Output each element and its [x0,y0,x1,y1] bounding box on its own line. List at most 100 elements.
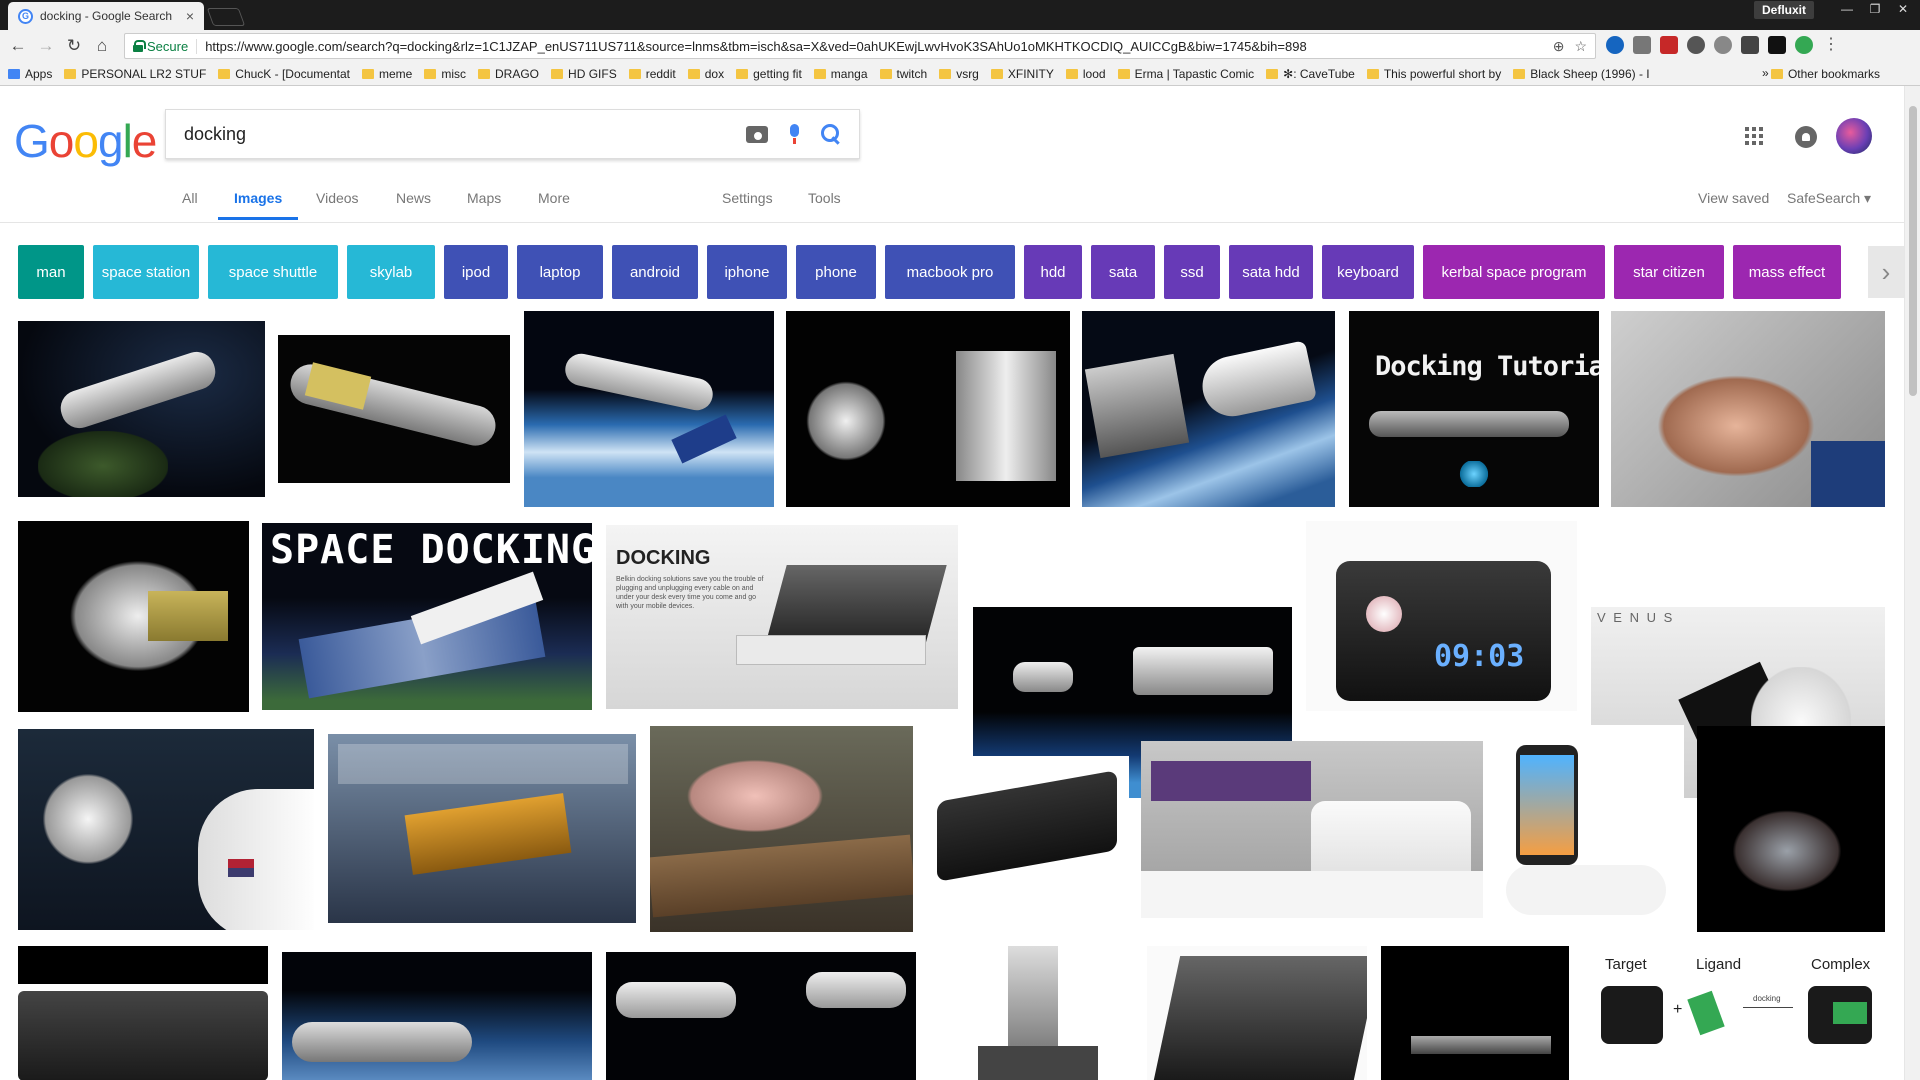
related-search-chip[interactable]: iphone [707,245,787,299]
image-result[interactable] [524,311,774,507]
scrollbar-thumb[interactable] [1909,106,1917,396]
bookmark-item[interactable]: XFINITY [990,67,1054,81]
image-result[interactable] [1147,946,1367,1080]
camera-icon[interactable] [746,125,768,143]
tab-videos[interactable]: Videos [316,190,359,220]
new-tab-button[interactable] [206,8,246,26]
zoom-icon[interactable]: ⊕ [1553,38,1565,55]
image-result[interactable]: Docking Tutorial [1349,311,1599,507]
bookmark-item[interactable]: vsrg [939,67,979,81]
notifications-icon[interactable] [1795,126,1817,148]
avatar[interactable] [1836,118,1872,154]
search-input[interactable]: docking [184,124,746,145]
image-result[interactable] [18,521,249,712]
image-result[interactable] [282,952,592,1080]
related-search-chip[interactable]: laptop [517,245,603,299]
image-result[interactable] [938,946,1124,1080]
omnibox[interactable]: Secure https://www.google.com/search?q=d… [124,33,1596,59]
home-icon[interactable]: ⌂ [88,32,116,60]
microphone-icon[interactable] [790,124,799,144]
extension-icon[interactable] [1795,36,1813,54]
tab-news[interactable]: News [396,190,431,220]
image-result[interactable] [927,756,1129,896]
minimize-icon[interactable]: — [1834,0,1860,18]
related-search-chip[interactable]: macbook pro [885,245,1015,299]
related-search-chip[interactable]: skylab [347,245,435,299]
image-result[interactable] [18,729,314,930]
image-result[interactable] [1496,725,1684,933]
bookmark-item[interactable]: manga [813,67,868,81]
profile-badge[interactable]: Defluxit [1754,1,1815,19]
bookmark-item[interactable]: Black Sheep (1996) - I [1513,67,1650,81]
tab-images[interactable]: Images [218,190,299,220]
bookmark-item[interactable]: Erma | Tapastic Comic [1117,67,1254,81]
image-result[interactable] [278,335,510,483]
amazon-icon[interactable] [1768,36,1786,54]
google-apps-icon[interactable] [1745,127,1763,145]
close-tab-icon[interactable]: × [186,8,194,24]
image-result[interactable] [1697,726,1885,932]
related-search-chip[interactable]: android [612,245,698,299]
extension-icon[interactable] [1687,36,1705,54]
google-logo[interactable]: Google [14,114,157,168]
extension-icon[interactable] [1660,36,1678,54]
bookmark-star-icon[interactable]: ☆ [1574,38,1587,55]
related-search-chip[interactable]: ipod [444,245,508,299]
search-box[interactable]: docking [165,109,860,159]
tab-tools[interactable]: Tools [808,190,841,220]
bookmarks-overflow-icon[interactable]: » [1762,66,1769,80]
image-result[interactable]: SPACE DOCKING [262,523,592,710]
bookmark-item[interactable]: twitch [879,67,927,81]
image-result[interactable] [786,311,1070,507]
related-search-chip[interactable]: hdd [1024,245,1082,299]
tab-maps[interactable]: Maps [467,190,501,220]
bookmark-item[interactable]: This powerful short by [1366,67,1501,81]
chevron-right-icon[interactable]: › [1868,246,1904,298]
image-result[interactable]: Target Ligand Complex + docking [1583,946,1885,1080]
related-search-chip[interactable]: man [18,245,84,299]
bookmark-item[interactable]: PERSONAL LR2 STUF [64,67,206,81]
related-search-chip[interactable]: space shuttle [208,245,338,299]
image-result[interactable] [1381,946,1569,1080]
image-result[interactable] [18,321,265,497]
related-search-chip[interactable]: sata [1091,245,1155,299]
bookmark-item[interactable]: DRAGO [478,67,539,81]
back-arrow-icon[interactable]: ← [4,32,32,60]
image-result[interactable] [18,946,268,1080]
image-result[interactable] [1082,311,1335,507]
bookmark-item[interactable]: misc [424,67,466,81]
bookmark-item[interactable]: meme [362,67,412,81]
reload-icon[interactable]: ↻ [60,32,88,60]
browser-tab[interactable]: G docking - Google Search × [8,2,204,30]
url-text[interactable]: https://www.google.com/search?q=docking&… [205,39,1553,54]
related-search-chip[interactable]: star citizen [1614,245,1724,299]
bookmark-item[interactable]: lood [1065,67,1106,81]
extension-icon[interactable] [1606,36,1624,54]
forward-arrow-icon[interactable]: → [32,32,60,60]
related-search-chip[interactable]: mass effect [1733,245,1841,299]
image-result[interactable]: 09:03 [1306,521,1577,711]
bookmark-item[interactable]: ✻: CaveTube [1266,67,1355,81]
related-search-chip[interactable]: ssd [1164,245,1220,299]
image-result[interactable] [1141,741,1483,918]
image-result[interactable] [1611,311,1885,507]
extension-icon[interactable] [1633,36,1651,54]
tab-all[interactable]: All [182,190,198,220]
view-saved-link[interactable]: View saved [1698,190,1769,220]
menu-kebab-icon[interactable]: ⋮ [1822,36,1840,54]
secure-indicator[interactable]: Secure [133,38,198,54]
extension-icon[interactable] [1741,36,1759,54]
page-scrollbar[interactable] [1904,86,1920,1080]
bookmark-item[interactable]: ChucK - [Documentat [218,67,350,81]
image-result[interactable]: DOCKING Belkin docking solutions save yo… [606,525,958,709]
other-bookmarks[interactable]: Other bookmarks [1770,67,1880,81]
bookmark-item[interactable]: getting fit [736,67,802,81]
bookmark-item[interactable]: reddit [628,67,676,81]
restore-icon[interactable]: ❐ [1862,0,1888,18]
image-result[interactable] [606,952,916,1080]
related-search-chip[interactable]: kerbal space program [1423,245,1605,299]
related-search-chip[interactable]: keyboard [1322,245,1414,299]
extension-icon[interactable] [1714,36,1732,54]
safesearch-dropdown[interactable]: SafeSearch ▾ [1787,190,1871,220]
tab-more[interactable]: More [538,190,570,220]
